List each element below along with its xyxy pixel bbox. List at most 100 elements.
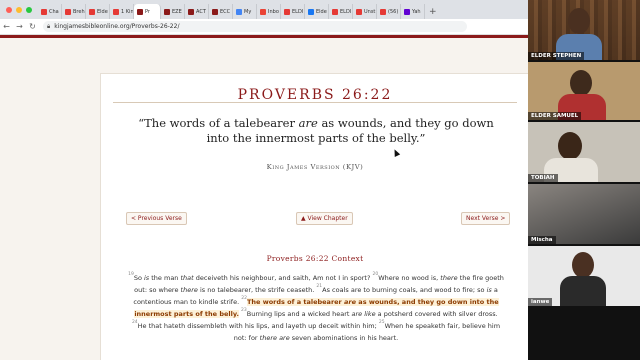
tab-label: ECC: [220, 8, 231, 15]
tab-label: EZE: [172, 8, 182, 15]
browser-tab[interactable]: Inbo: [257, 4, 281, 19]
browser-tab[interactable]: Unst: [353, 4, 377, 19]
verse-quote-part1: “The words of a talebearer: [138, 116, 299, 130]
tab-favicon-icon: [113, 8, 119, 15]
url-text: kingjamesbibleonline.org/Proverbs-26-22/: [54, 23, 180, 30]
minimize-window-button[interactable]: [16, 7, 22, 13]
verse-italic: there are: [259, 334, 290, 342]
tab-favicon-icon: [404, 8, 410, 15]
verse-quote: “The words of a talebearer are as wounds…: [131, 116, 501, 146]
browser-window: Cha Breh Elde 1 Kin Pr EZE ACT ECC My Inbo ELDI Eld…: [0, 0, 528, 360]
browser-tab[interactable]: 1 Kin: [110, 4, 134, 19]
tab-bar: Cha Breh Elde 1 Kin Pr EZE ACT ECC My Inbo ELDI Eld…: [0, 0, 528, 19]
verse-text: He that hateth dissembleth with his lips…: [137, 322, 379, 330]
tab-favicon-icon: [308, 8, 314, 15]
browser-tab[interactable]: ECC: [209, 4, 233, 19]
close-window-button[interactable]: [6, 7, 12, 13]
tab-label: Unst: [364, 8, 376, 15]
title-divider: [113, 102, 517, 103]
browser-tab[interactable]: My: [233, 4, 257, 19]
tab-favicon-icon: [236, 8, 242, 15]
tab-favicon-icon: [260, 8, 266, 15]
tab-favicon-icon: [188, 8, 194, 15]
participant-name: Mischa: [528, 236, 556, 244]
browser-tab[interactable]: Cha: [38, 4, 62, 19]
verse-text: deceiveth his neighbour, and saith, Am n…: [193, 274, 373, 282]
tab-strip: Cha Breh Elde 1 Kin Pr EZE ACT ECC My Inbo ELDI Eld…: [38, 4, 425, 19]
tab-label: (56): [388, 8, 399, 15]
tab-favicon-icon: [41, 8, 47, 15]
context-title: Proverbs 26:22 Context: [266, 254, 364, 263]
tab-label: Yah: [412, 8, 421, 15]
browser-tab[interactable]: (56): [377, 4, 401, 19]
browser-tab[interactable]: Pr: [134, 4, 161, 19]
tab-label: Pr: [145, 8, 150, 15]
next-verse-button[interactable]: Next Verse >: [461, 212, 511, 225]
verse-text: a potsherd covered with silver dross.: [375, 310, 498, 318]
verse-card: Proverbs 26:22 “The words of a talebeare…: [100, 73, 528, 360]
verse-text: is no talebearer, the strife ceaseth.: [197, 286, 317, 294]
browser-tab[interactable]: ELDI: [281, 4, 305, 19]
participant-body: [560, 276, 606, 306]
tab-favicon-icon: [164, 8, 170, 15]
verse-italic: are like: [351, 310, 376, 318]
context-passage: 19So is the man that deceiveth his neigh…: [126, 272, 506, 344]
participant-head: [570, 70, 592, 96]
browser-tab[interactable]: Breh: [62, 4, 86, 19]
participant-name: ianwe: [528, 298, 553, 306]
verse-text: So: [133, 274, 144, 282]
verse-italic: that: [180, 274, 194, 282]
browser-tab[interactable]: EZE: [161, 4, 185, 19]
browser-tab[interactable]: ACT: [185, 4, 209, 19]
tab-favicon-icon: [332, 8, 338, 15]
participant-head: [568, 8, 590, 34]
tab-label: Elde: [316, 8, 327, 15]
tab-favicon-icon: [89, 8, 95, 15]
view-chapter-button[interactable]: ▲ View Chapter: [296, 212, 353, 225]
tab-favicon-icon: [212, 8, 218, 15]
tab-label: Inbo: [268, 8, 279, 15]
window-controls: [0, 7, 38, 19]
browser-tab[interactable]: ELDI: [329, 4, 353, 19]
video-tile[interactable]: ELDER STEPHEN: [528, 0, 640, 60]
tab-label: Elde: [97, 8, 108, 15]
previous-verse-button[interactable]: < Previous Verse: [126, 212, 187, 225]
camera-background: [528, 184, 640, 244]
verse-text: seven abominations in his heart.: [289, 334, 399, 342]
browser-tab[interactable]: Elde: [305, 4, 329, 19]
verse-text: The words of a talebearer: [246, 298, 345, 306]
version-label: King James Version (KJV): [266, 163, 364, 171]
page-title: Proverbs 26:22: [237, 87, 393, 103]
video-call-panel: ELDER STEPHEN ELDER SAMUEL TOBIAH Mischa…: [528, 0, 640, 360]
browser-toolbar: ← → ↻ 🔒︎ kingjamesbibleonline.org/Prover…: [0, 19, 528, 35]
participant-name: ELDER STEPHEN: [528, 52, 585, 60]
verse-text: the man: [149, 274, 181, 282]
tab-label: 1 Kin: [121, 8, 134, 15]
address-bar[interactable]: 🔒︎ kingjamesbibleonline.org/Proverbs-26-…: [43, 21, 467, 32]
video-tile[interactable]: ELDER SAMUEL: [528, 62, 640, 120]
verse-text: Burning lips and a wicked heart: [246, 310, 352, 318]
browser-tab[interactable]: Elde: [86, 4, 110, 19]
tab-label: ACT: [196, 8, 206, 15]
verse-quote-italic: are: [298, 116, 318, 130]
reload-icon[interactable]: ↻: [26, 22, 39, 31]
tab-favicon-icon: [284, 8, 290, 15]
new-tab-button[interactable]: +: [425, 7, 441, 19]
tab-favicon-icon: [356, 8, 362, 15]
tab-favicon-icon: [65, 8, 71, 15]
video-tile[interactable]: Mischa: [528, 184, 640, 244]
participant-head: [572, 252, 594, 278]
tab-label: Breh: [73, 8, 85, 15]
empty-tile-area: [528, 308, 640, 360]
forward-arrow-icon[interactable]: →: [13, 22, 26, 31]
video-tile[interactable]: TOBIAH: [528, 122, 640, 182]
video-tile[interactable]: ianwe: [528, 246, 640, 306]
verse-italic: there: [180, 286, 198, 294]
verse-text: As coals are to burning coals, and wood …: [322, 286, 487, 294]
participant-name: TOBIAH: [528, 174, 558, 182]
zoom-window-button[interactable]: [26, 7, 32, 13]
browser-tab[interactable]: Yah: [401, 4, 425, 19]
verse-italic: there: [440, 274, 458, 282]
verse-text: Where no wood is,: [378, 274, 441, 282]
back-arrow-icon[interactable]: ←: [0, 22, 13, 31]
